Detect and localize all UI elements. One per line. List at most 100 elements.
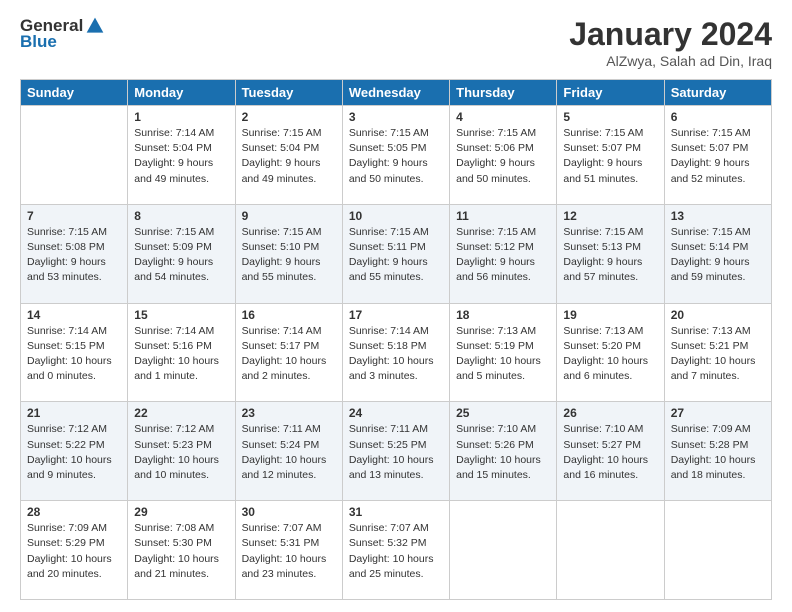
cell-info: Sunrise: 7:15 AM Sunset: 5:09 PM Dayligh… xyxy=(134,225,228,286)
daylight-text: Daylight: 10 hours and 21 minutes. xyxy=(134,552,228,582)
daylight-text: Daylight: 10 hours and 1 minute. xyxy=(134,354,228,384)
daylight-text: Daylight: 10 hours and 2 minutes. xyxy=(242,354,336,384)
sunrise-text: Sunrise: 7:15 AM xyxy=(349,225,443,240)
week-row-1: 1 Sunrise: 7:14 AM Sunset: 5:04 PM Dayli… xyxy=(21,106,772,205)
cell-4-2: 30 Sunrise: 7:07 AM Sunset: 5:31 PM Dayl… xyxy=(235,501,342,600)
sunset-text: Sunset: 5:10 PM xyxy=(242,240,336,255)
cell-day: 30 xyxy=(242,505,336,519)
cell-day: 24 xyxy=(349,406,443,420)
cell-info: Sunrise: 7:15 AM Sunset: 5:10 PM Dayligh… xyxy=(242,225,336,286)
sunset-text: Sunset: 5:05 PM xyxy=(349,141,443,156)
daylight-text: Daylight: 10 hours and 10 minutes. xyxy=(134,453,228,483)
sunset-text: Sunset: 5:07 PM xyxy=(671,141,765,156)
sunrise-text: Sunrise: 7:09 AM xyxy=(671,422,765,437)
daylight-text: Daylight: 9 hours and 56 minutes. xyxy=(456,255,550,285)
sunrise-text: Sunrise: 7:15 AM xyxy=(242,225,336,240)
sunrise-text: Sunrise: 7:15 AM xyxy=(563,126,657,141)
sunrise-text: Sunrise: 7:13 AM xyxy=(563,324,657,339)
cell-2-3: 17 Sunrise: 7:14 AM Sunset: 5:18 PM Dayl… xyxy=(342,303,449,402)
cell-day: 1 xyxy=(134,110,228,124)
cell-2-6: 20 Sunrise: 7:13 AM Sunset: 5:21 PM Dayl… xyxy=(664,303,771,402)
cell-day: 13 xyxy=(671,209,765,223)
week-row-4: 21 Sunrise: 7:12 AM Sunset: 5:22 PM Dayl… xyxy=(21,402,772,501)
col-thursday: Thursday xyxy=(450,80,557,106)
cell-day: 27 xyxy=(671,406,765,420)
cell-day: 29 xyxy=(134,505,228,519)
daylight-text: Daylight: 10 hours and 3 minutes. xyxy=(349,354,443,384)
sunset-text: Sunset: 5:28 PM xyxy=(671,438,765,453)
daylight-text: Daylight: 10 hours and 6 minutes. xyxy=(563,354,657,384)
cell-info: Sunrise: 7:10 AM Sunset: 5:26 PM Dayligh… xyxy=(456,422,550,483)
cell-day: 23 xyxy=(242,406,336,420)
cell-info: Sunrise: 7:14 AM Sunset: 5:04 PM Dayligh… xyxy=(134,126,228,187)
daylight-text: Daylight: 9 hours and 59 minutes. xyxy=(671,255,765,285)
sunrise-text: Sunrise: 7:15 AM xyxy=(456,126,550,141)
cell-info: Sunrise: 7:12 AM Sunset: 5:23 PM Dayligh… xyxy=(134,422,228,483)
cell-3-5: 26 Sunrise: 7:10 AM Sunset: 5:27 PM Dayl… xyxy=(557,402,664,501)
daylight-text: Daylight: 10 hours and 0 minutes. xyxy=(27,354,121,384)
col-wednesday: Wednesday xyxy=(342,80,449,106)
calendar-table: Sunday Monday Tuesday Wednesday Thursday… xyxy=(20,79,772,600)
logo-blue-text: Blue xyxy=(20,32,57,52)
cell-info: Sunrise: 7:15 AM Sunset: 5:07 PM Dayligh… xyxy=(563,126,657,187)
cell-0-1: 1 Sunrise: 7:14 AM Sunset: 5:04 PM Dayli… xyxy=(128,106,235,205)
daylight-text: Daylight: 9 hours and 54 minutes. xyxy=(134,255,228,285)
cell-info: Sunrise: 7:15 AM Sunset: 5:05 PM Dayligh… xyxy=(349,126,443,187)
cell-info: Sunrise: 7:15 AM Sunset: 5:13 PM Dayligh… xyxy=(563,225,657,286)
daylight-text: Daylight: 9 hours and 50 minutes. xyxy=(456,156,550,186)
cell-0-2: 2 Sunrise: 7:15 AM Sunset: 5:04 PM Dayli… xyxy=(235,106,342,205)
cell-info: Sunrise: 7:07 AM Sunset: 5:32 PM Dayligh… xyxy=(349,521,443,582)
daylight-text: Daylight: 9 hours and 51 minutes. xyxy=(563,156,657,186)
sunset-text: Sunset: 5:15 PM xyxy=(27,339,121,354)
sunset-text: Sunset: 5:13 PM xyxy=(563,240,657,255)
cell-4-4 xyxy=(450,501,557,600)
daylight-text: Daylight: 9 hours and 55 minutes. xyxy=(242,255,336,285)
daylight-text: Daylight: 9 hours and 57 minutes. xyxy=(563,255,657,285)
cell-info: Sunrise: 7:14 AM Sunset: 5:17 PM Dayligh… xyxy=(242,324,336,385)
daylight-text: Daylight: 10 hours and 13 minutes. xyxy=(349,453,443,483)
sunrise-text: Sunrise: 7:12 AM xyxy=(27,422,121,437)
cell-day: 15 xyxy=(134,308,228,322)
cell-0-6: 6 Sunrise: 7:15 AM Sunset: 5:07 PM Dayli… xyxy=(664,106,771,205)
cell-info: Sunrise: 7:11 AM Sunset: 5:24 PM Dayligh… xyxy=(242,422,336,483)
cell-2-1: 15 Sunrise: 7:14 AM Sunset: 5:16 PM Dayl… xyxy=(128,303,235,402)
sunset-text: Sunset: 5:06 PM xyxy=(456,141,550,156)
cell-1-0: 7 Sunrise: 7:15 AM Sunset: 5:08 PM Dayli… xyxy=(21,204,128,303)
cell-3-3: 24 Sunrise: 7:11 AM Sunset: 5:25 PM Dayl… xyxy=(342,402,449,501)
cell-info: Sunrise: 7:07 AM Sunset: 5:31 PM Dayligh… xyxy=(242,521,336,582)
sunrise-text: Sunrise: 7:15 AM xyxy=(242,126,336,141)
cell-3-2: 23 Sunrise: 7:11 AM Sunset: 5:24 PM Dayl… xyxy=(235,402,342,501)
sunset-text: Sunset: 5:09 PM xyxy=(134,240,228,255)
cell-4-0: 28 Sunrise: 7:09 AM Sunset: 5:29 PM Dayl… xyxy=(21,501,128,600)
sunrise-text: Sunrise: 7:15 AM xyxy=(456,225,550,240)
daylight-text: Daylight: 10 hours and 16 minutes. xyxy=(563,453,657,483)
cell-1-5: 12 Sunrise: 7:15 AM Sunset: 5:13 PM Dayl… xyxy=(557,204,664,303)
sunrise-text: Sunrise: 7:15 AM xyxy=(134,225,228,240)
daylight-text: Daylight: 10 hours and 15 minutes. xyxy=(456,453,550,483)
cell-info: Sunrise: 7:13 AM Sunset: 5:20 PM Dayligh… xyxy=(563,324,657,385)
cell-day: 18 xyxy=(456,308,550,322)
sunrise-text: Sunrise: 7:14 AM xyxy=(134,324,228,339)
sunset-text: Sunset: 5:21 PM xyxy=(671,339,765,354)
sunset-text: Sunset: 5:31 PM xyxy=(242,536,336,551)
daylight-text: Daylight: 9 hours and 55 minutes. xyxy=(349,255,443,285)
cell-day: 31 xyxy=(349,505,443,519)
sunset-text: Sunset: 5:22 PM xyxy=(27,438,121,453)
cell-info: Sunrise: 7:13 AM Sunset: 5:21 PM Dayligh… xyxy=(671,324,765,385)
sunrise-text: Sunrise: 7:12 AM xyxy=(134,422,228,437)
cell-4-3: 31 Sunrise: 7:07 AM Sunset: 5:32 PM Dayl… xyxy=(342,501,449,600)
cell-day: 17 xyxy=(349,308,443,322)
daylight-text: Daylight: 10 hours and 12 minutes. xyxy=(242,453,336,483)
cell-3-6: 27 Sunrise: 7:09 AM Sunset: 5:28 PM Dayl… xyxy=(664,402,771,501)
sunrise-text: Sunrise: 7:13 AM xyxy=(671,324,765,339)
week-row-2: 7 Sunrise: 7:15 AM Sunset: 5:08 PM Dayli… xyxy=(21,204,772,303)
daylight-text: Daylight: 10 hours and 23 minutes. xyxy=(242,552,336,582)
cell-day: 8 xyxy=(134,209,228,223)
header: General Blue January 2024 AlZwya, Salah … xyxy=(20,16,772,69)
sunset-text: Sunset: 5:32 PM xyxy=(349,536,443,551)
daylight-text: Daylight: 9 hours and 53 minutes. xyxy=(27,255,121,285)
sunrise-text: Sunrise: 7:09 AM xyxy=(27,521,121,536)
cell-day: 9 xyxy=(242,209,336,223)
sunset-text: Sunset: 5:14 PM xyxy=(671,240,765,255)
sunset-text: Sunset: 5:20 PM xyxy=(563,339,657,354)
